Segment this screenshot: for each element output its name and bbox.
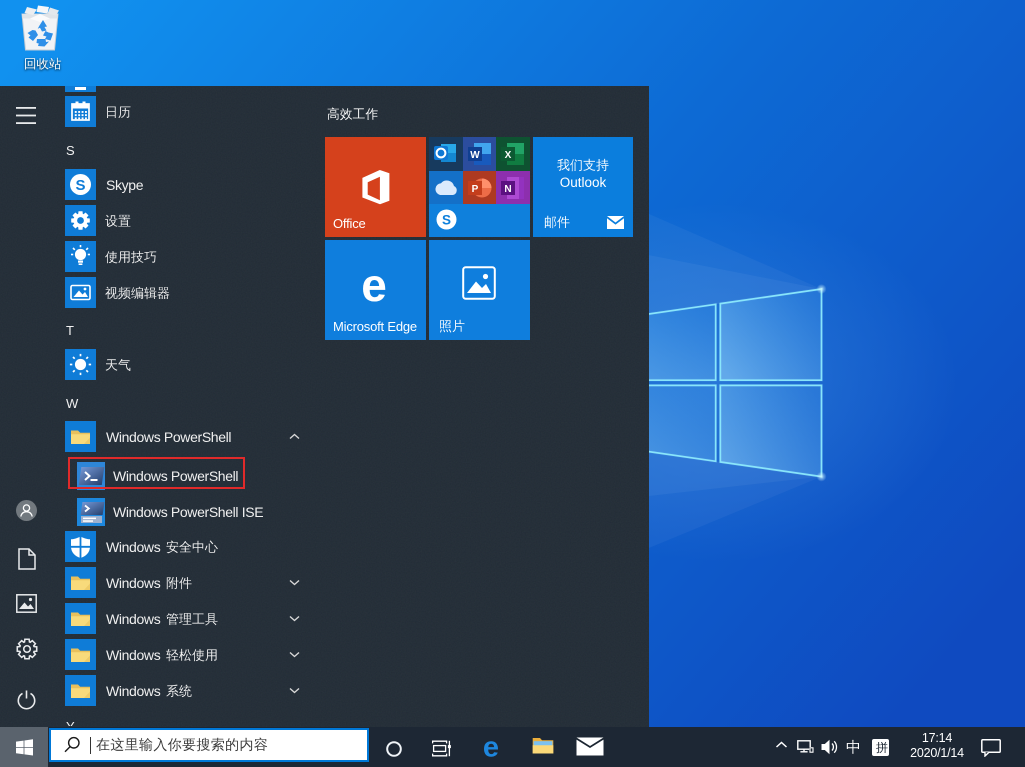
svg-text:e: e — [361, 260, 387, 310]
svg-text:e: e — [483, 734, 499, 760]
svg-text:X: X — [505, 150, 512, 161]
svg-text:W: W — [470, 150, 480, 161]
svg-text:P: P — [471, 184, 478, 195]
svg-text:N: N — [504, 184, 511, 195]
svg-text:S: S — [75, 177, 85, 194]
svg-text:S: S — [442, 213, 451, 228]
